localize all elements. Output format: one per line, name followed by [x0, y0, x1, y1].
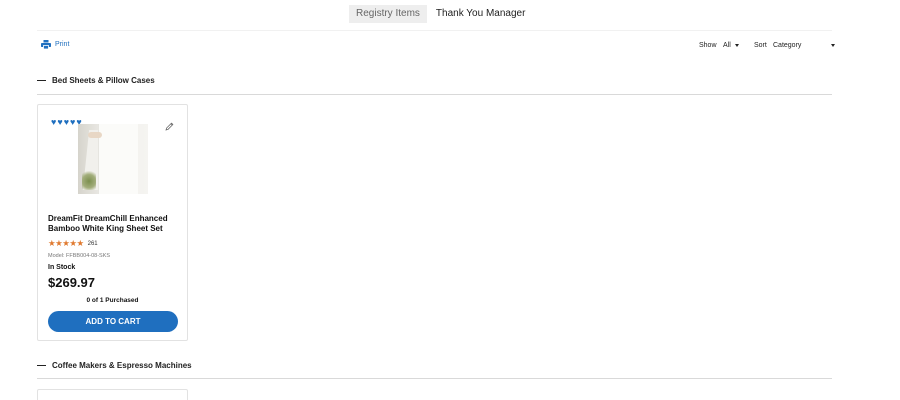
- show-value: All: [723, 42, 731, 49]
- minus-icon: [37, 79, 46, 82]
- print-button[interactable]: Print: [41, 40, 69, 49]
- star-rating-icon: ★★★★★: [48, 238, 84, 248]
- stock-status: In Stock: [48, 264, 76, 271]
- product-card: [37, 389, 188, 400]
- product-image[interactable]: [78, 124, 148, 194]
- add-to-cart-button[interactable]: ADD TO CART: [48, 311, 178, 332]
- print-label: Print: [55, 41, 70, 48]
- show-select[interactable]: All: [723, 42, 739, 49]
- sort-select[interactable]: Category: [773, 42, 835, 49]
- section-divider: [37, 94, 832, 95]
- header-divider: [37, 30, 832, 31]
- sort-value: Category: [773, 42, 802, 49]
- product-rating: ★★★★★ 261: [48, 239, 98, 248]
- heart-icon: ♥: [57, 117, 63, 127]
- caret-down-icon: [831, 44, 835, 47]
- edit-button[interactable]: [165, 118, 174, 136]
- minus-icon: [37, 364, 46, 367]
- section-header-coffee-makers[interactable]: Coffee Makers & Espresso Machines: [37, 358, 832, 373]
- list-controls: Show All Sort Category: [699, 40, 839, 52]
- product-model: Model: FFBB004-08-SKS: [48, 253, 111, 259]
- product-price: $269.97: [48, 275, 95, 290]
- pencil-icon: [165, 122, 174, 131]
- tab-thank-you-manager[interactable]: Thank You Manager: [427, 5, 533, 23]
- tab-registry-items[interactable]: Registry Items: [349, 5, 427, 23]
- section-title: Bed Sheets & Pillow Cases: [52, 76, 155, 85]
- heart-icon: ♥: [70, 117, 76, 127]
- caret-down-icon: [734, 43, 739, 47]
- section-header-bed-sheets[interactable]: Bed Sheets & Pillow Cases: [37, 73, 832, 88]
- product-card: ♥ ♥ ♥ ♥ ♥ DreamFit DreamChill Enhanced B…: [37, 104, 188, 341]
- section-title: Coffee Makers & Espresso Machines: [52, 361, 192, 370]
- purchased-count: 0 of 1 Purchased: [86, 297, 139, 304]
- product-name[interactable]: DreamFit DreamChill Enhanced Bamboo Whit…: [48, 214, 180, 234]
- show-label: Show: [699, 42, 717, 49]
- heart-icon: ♥: [63, 117, 70, 127]
- review-count[interactable]: 261: [88, 241, 98, 247]
- printer-icon: [41, 40, 51, 49]
- registry-tabs: Registry Items Thank You Manager: [349, 5, 532, 23]
- section-divider: [37, 378, 832, 379]
- sort-label: Sort: [754, 42, 767, 49]
- heart-icon: ♥: [51, 117, 57, 127]
